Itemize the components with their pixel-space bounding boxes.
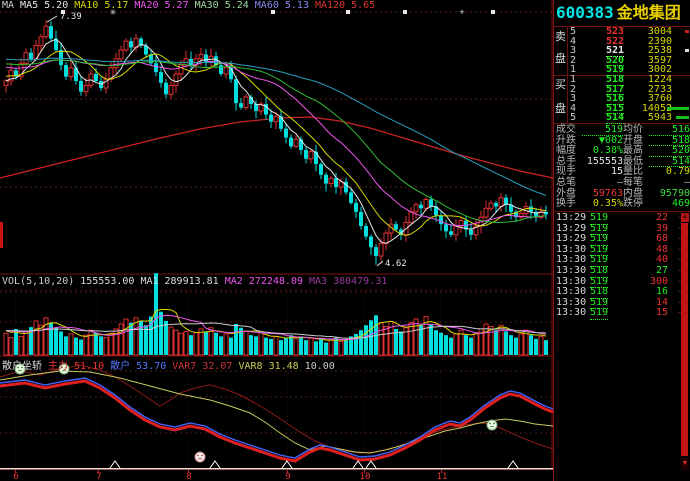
left-edge-marker [0, 222, 3, 248]
tick-volume: 22 [655, 212, 668, 223]
tick-list: 13:2951922—13:2951939—13:2951968—13:3051… [556, 212, 684, 320]
info-value: 516 [649, 124, 690, 136]
order-book-side-label: 盘 [555, 103, 566, 115]
ma-legend-item: MA10 5.17 [74, 0, 129, 11]
tick-time: 13:30 [556, 286, 587, 298]
tick-time: 13:30 [556, 243, 587, 255]
info-value: 0.35% [592, 198, 623, 210]
info-row: 总笔 — 每笔 — [556, 176, 690, 189]
order-book-row[interactable]: 5 514 5943 [568, 112, 690, 124]
tick-row[interactable]: 13:3051915— [556, 307, 684, 320]
tick-scrollbar[interactable]: ▲ ▼ [681, 213, 689, 470]
stock-name: 金地集团 [616, 5, 681, 22]
ma-legend-item: MA30 5.24 [194, 0, 249, 11]
stock-title: 600383 金地集团 [554, 0, 690, 27]
svg-text:10: 10 [360, 472, 371, 481]
info-value: — [683, 176, 690, 188]
tick-time: 13:30 [556, 264, 587, 276]
order-book-side-label: 卖 [555, 31, 566, 43]
ma-legend-item: MA20 5.27 [134, 0, 189, 11]
ma-legend-item: MA120 5.65 [314, 0, 376, 11]
volume-legend: VOL(5,10,20) 155553.00 MA1 289913.81 MA2 27… [2, 276, 393, 287]
order-book-side-label: 盘 [555, 53, 566, 65]
vol-legend-item: MA1 289913.81 [140, 276, 219, 287]
svg-text:7: 7 [96, 472, 101, 481]
level-change-bar [685, 49, 689, 53]
info-value: 519 [582, 124, 623, 136]
tick-time: 13:29 [556, 233, 587, 245]
kline-chart-canvas[interactable]: ✳ +6 7 8 9 10 117.394.62 [0, 0, 555, 481]
svg-text:9: 9 [285, 472, 290, 481]
svg-text:+: + [459, 7, 464, 17]
level-price[interactable]: 514 [606, 113, 625, 124]
tick-volume: 27 [655, 264, 668, 276]
level-change-bar [685, 30, 689, 33]
indicator-legend-item: 散户坐轿 [2, 361, 42, 372]
scrollbar-thumb[interactable] [681, 223, 688, 456]
indicator-legend-item: 10.00 [304, 361, 335, 372]
ma-legend-item: MA5 5.20 [20, 0, 69, 11]
info-label: 每笔 [623, 176, 643, 188]
ma-legend-item: MA [2, 0, 15, 11]
scroll-down-icon[interactable]: ▼ [681, 458, 689, 470]
scroll-up-icon[interactable]: ▲ [681, 213, 689, 222]
trading-terminal-window: ✳ +6 7 8 9 10 11 7.39 4.62 MA MA5 5.20 MA10 5.17 MA… [0, 0, 690, 481]
tick-time: 13:30 [556, 254, 587, 266]
info-label: 均价 [623, 124, 643, 135]
info-label: 跌停 [623, 198, 643, 210]
vol-legend-item: MA2 272248.09 [224, 276, 303, 287]
stock-code: 600383 [556, 3, 614, 22]
info-label: 成交 [556, 124, 576, 135]
ma-legend: MA MA5 5.20 MA10 5.17 MA20 5.27 MA30 5.24 MA6… [2, 0, 381, 11]
svg-text:6: 6 [13, 472, 18, 481]
tick-time: 13:29 [556, 222, 587, 234]
info-row: 成交 519 均价 516 [556, 124, 690, 136]
tick-price: 519 [590, 307, 609, 320]
indicator-legend-item: VAR8 31.48 [238, 361, 299, 372]
order-book: 卖盘买盘 5 523 3004 4 522 2390 3 521 2538 2 520 3597 1 519… [554, 27, 690, 124]
tick-time: 13:30 [556, 296, 587, 308]
quote-info-grid: 成交 519 均价 516 升跌 ▼002 开盘 518 幅度 0.38% 最高 520 总手 15555… [556, 124, 690, 210]
info-value: — [616, 176, 623, 188]
tick-time: 13:30 [556, 307, 587, 319]
tick-time: 13:30 [556, 275, 587, 287]
level-amount: 5943 [647, 112, 672, 124]
level-change-bar [676, 116, 689, 120]
quote-panel: 600383 金地集团 卖盘买盘 5 523 3004 4 522 2390 3 521 2538 2… [553, 0, 690, 481]
info-value: 469 [671, 198, 690, 210]
svg-text:7.39: 7.39 [60, 12, 82, 22]
svg-text:8: 8 [186, 472, 191, 481]
tick-volume: 15 [655, 307, 668, 319]
tick-time: 13:29 [556, 212, 587, 223]
ma-legend-item: MA60 5.13 [254, 0, 309, 11]
vol-legend-item: 155553.00 [80, 276, 135, 287]
vol-legend-item: MA3 380479.31 [309, 276, 388, 287]
level-index: 5 [570, 112, 577, 124]
indicator-legend-item: 主力 51.10 [48, 361, 105, 372]
level-change-bar [667, 106, 689, 110]
indicator-legend-item: VAR7 32.07 [172, 361, 233, 372]
svg-text:4.62: 4.62 [385, 259, 407, 269]
indicator-legend: 散户坐轿 主力 51.10 散户 53.70 VAR7 32.07 VAR8 31.48… [2, 357, 341, 372]
indicator-legend-item: 散户 53.70 [110, 361, 167, 372]
info-label: 换手 [556, 198, 576, 210]
vol-legend-item: VOL(5,10,20) [2, 276, 75, 287]
svg-text:11: 11 [437, 472, 448, 481]
info-row: 换手 0.35% 跌停 469 [556, 199, 690, 210]
order-book-side-label: 买 [555, 79, 566, 91]
info-label: 总笔 [556, 176, 576, 188]
